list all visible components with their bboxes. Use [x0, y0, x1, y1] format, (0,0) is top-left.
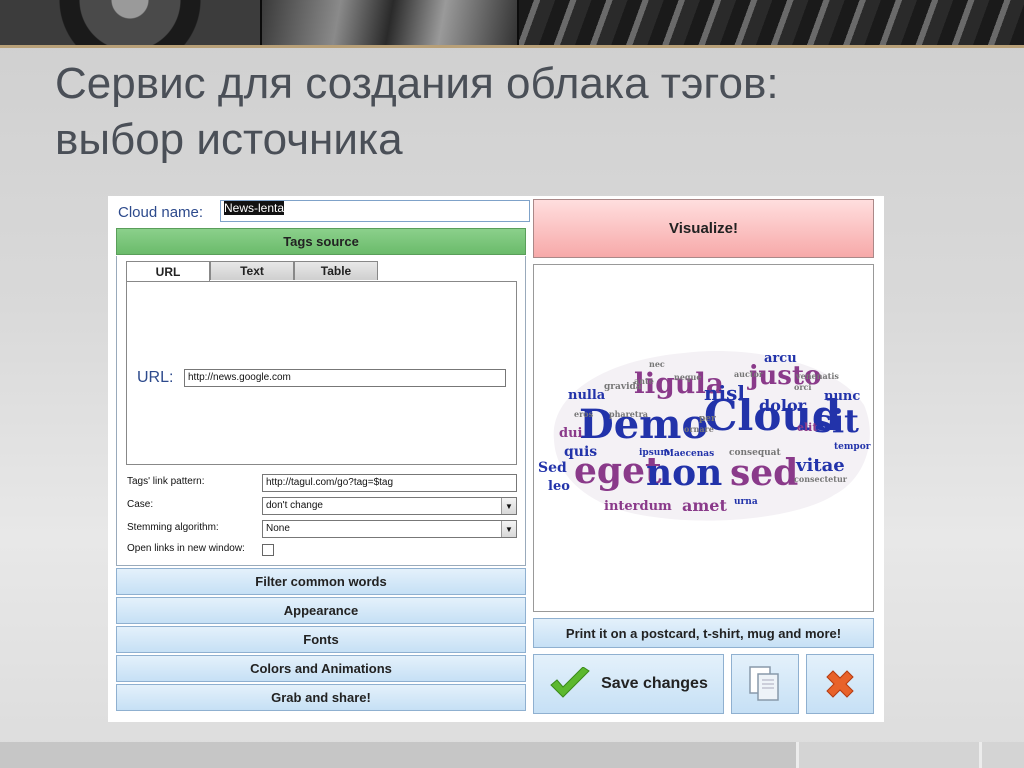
section-colors-animations[interactable]: Colors and Animations	[116, 655, 526, 682]
cloud-word[interactable]: auctor	[734, 370, 763, 378]
url-input[interactable]: http://news.google.com	[184, 369, 506, 387]
cloud-word[interactable]: Maecenas	[664, 450, 714, 459]
cloud-word[interactable]: amet	[682, 498, 727, 514]
url-tab-panel: URL: http://news.google.com	[126, 281, 517, 465]
cloud-word[interactable]: elit	[797, 422, 817, 433]
source-tabs: URL Text Table	[126, 261, 378, 282]
banner-divider	[0, 45, 1024, 48]
settings-panel: Cloud name: News-lenta Tags source URL T…	[116, 199, 530, 715]
footer-segment-2	[979, 742, 1024, 768]
cloud-word[interactable]: neque	[674, 373, 701, 381]
save-changes-button[interactable]: Save changes	[533, 654, 724, 714]
stemming-label: Stemming algorithm:	[127, 522, 219, 533]
print-button[interactable]: Print it on a postcard, t-shirt, mug and…	[533, 618, 874, 648]
open-links-row: Open links in new window:	[127, 541, 519, 559]
footer-bar	[0, 742, 1024, 768]
stemming-select[interactable]: None ▼	[262, 520, 517, 538]
close-icon	[826, 670, 854, 698]
open-links-label: Open links in new window:	[127, 543, 245, 554]
cloud-preview: Demo Cloud sit eget non sed ligula justo nisl dol…	[533, 264, 874, 612]
footer-segment-1	[796, 742, 979, 768]
banner-photo-3	[519, 0, 1024, 45]
case-label: Case:	[127, 499, 154, 510]
cloud-word[interactable]: tempor	[834, 443, 870, 452]
cloud-word[interactable]: urna	[734, 498, 758, 507]
cloud-word[interactable]: eros	[574, 410, 593, 418]
section-grab-share[interactable]: Grab and share!	[116, 684, 526, 711]
case-value: don't change	[266, 500, 323, 511]
cloud-word[interactable]: nisl	[704, 383, 745, 403]
cloud-word[interactable]: Sed	[538, 461, 567, 475]
cloud-name-label: Cloud name:	[118, 204, 204, 221]
cloud-word[interactable]: orci	[794, 383, 811, 391]
cloud-word[interactable]: sed	[730, 455, 798, 491]
cloud-word[interactable]: arcu	[764, 352, 797, 365]
cloud-word[interactable]: consectetur	[794, 475, 847, 483]
stemming-value: None	[266, 523, 290, 534]
cloud-word[interactable]: nec	[649, 360, 665, 368]
slide-title: Сервис для создания облака тэгов: выбор …	[55, 56, 955, 168]
cloud-word[interactable]: per	[699, 415, 716, 424]
tab-text[interactable]: Text	[210, 261, 294, 280]
cloud-word[interactable]: leo	[548, 480, 570, 493]
cloud-word[interactable]: nunc	[824, 390, 860, 403]
section-filter-common-words[interactable]: Filter common words	[116, 568, 526, 595]
cloud-name-row: Cloud name: News-lenta	[116, 200, 530, 224]
link-pattern-label: Tags' link pattern:	[127, 476, 205, 487]
stemming-row: Stemming algorithm: None ▼	[127, 520, 519, 538]
cloud-word[interactable]: pharetra	[609, 410, 648, 418]
link-pattern-input[interactable]: http://tagul.com/go?tag=$tag	[262, 474, 517, 492]
delete-button[interactable]	[806, 654, 874, 714]
section-appearance[interactable]: Appearance	[116, 597, 526, 624]
url-label: URL:	[137, 369, 174, 386]
open-links-checkbox[interactable]	[262, 544, 274, 556]
slide-title-line1: Сервис для создания облака тэгов:	[55, 59, 779, 108]
cloud-word[interactable]: vitae	[796, 457, 845, 475]
slide-title-line2: выбор источника	[55, 115, 403, 164]
cloud-word[interactable]: nulla	[568, 389, 605, 402]
cloud-word[interactable]: quis	[564, 445, 597, 459]
banner-photo-2	[262, 0, 517, 45]
cloud-word[interactable]: venenatis	[796, 372, 839, 380]
cloud-word[interactable]: interdum	[604, 500, 672, 513]
section-fonts[interactable]: Fonts	[116, 626, 526, 653]
save-changes-label: Save changes	[601, 675, 708, 692]
link-pattern-row: Tags' link pattern: http://tagul.com/go?…	[127, 474, 519, 492]
cloud-word[interactable]: sit	[814, 405, 859, 437]
checkmark-icon	[550, 667, 590, 698]
cloud-word[interactable]: non	[646, 455, 722, 491]
cloud-word[interactable]: ornare	[684, 425, 714, 433]
tab-table[interactable]: Table	[294, 261, 378, 280]
case-select[interactable]: don't change ▼	[262, 497, 517, 515]
case-row: Case: don't change ▼	[127, 497, 519, 515]
cloud-name-value: News-lenta	[224, 201, 285, 215]
banner-photo-1	[0, 0, 260, 45]
tag-cloud-app: Cloud name: News-lenta Tags source URL T…	[108, 196, 884, 722]
cloud-name-input[interactable]: News-lenta	[220, 200, 530, 222]
chevron-down-icon[interactable]: ▼	[501, 498, 516, 514]
tab-url[interactable]: URL	[126, 261, 210, 282]
cloud-word[interactable]: dui	[559, 427, 582, 440]
copy-icon	[749, 666, 779, 701]
cloud-word[interactable]: dolor	[759, 398, 806, 414]
copy-button[interactable]	[731, 654, 799, 714]
cloud-word[interactable]: consequat	[729, 449, 781, 458]
tags-source-header[interactable]: Tags source	[116, 228, 526, 255]
cloud-word[interactable]: ante	[634, 377, 654, 385]
header-banner	[0, 0, 1024, 45]
visualize-button[interactable]: Visualize!	[533, 199, 874, 258]
tags-source-body: URL Text Table URL: http://news.google.c…	[116, 256, 526, 566]
chevron-down-icon[interactable]: ▼	[501, 521, 516, 537]
